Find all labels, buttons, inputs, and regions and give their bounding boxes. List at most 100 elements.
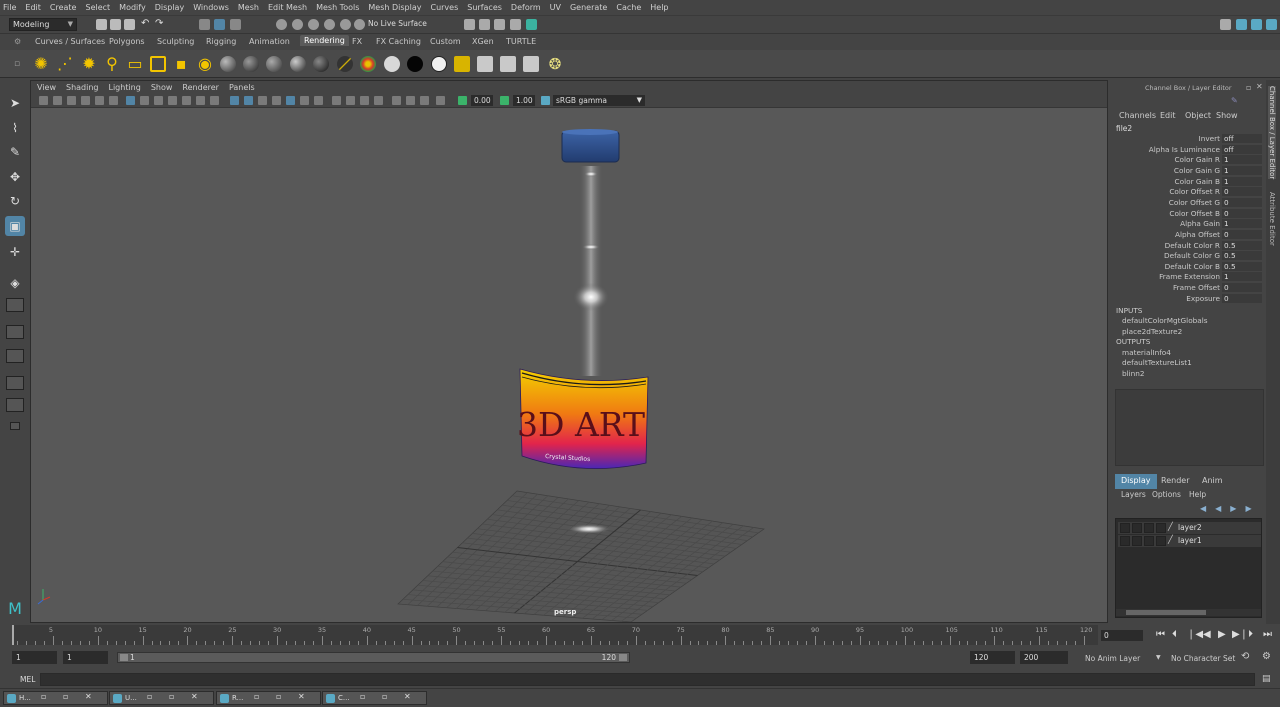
attribute-row[interactable]: Color Offset R0 — [1110, 187, 1266, 198]
step-forward-frame-icon[interactable]: ▶❘ — [1232, 629, 1248, 640]
attribute-row[interactable]: Alpha Offset 0 — [1110, 229, 1266, 241]
layer-row[interactable]: ╱ layer2 — [1118, 522, 1261, 534]
surface-shader-icon[interactable] — [384, 56, 400, 72]
close-icon[interactable]: ✕ — [1256, 82, 1263, 91]
step-back-frame-icon[interactable]: ❘◀ — [1187, 629, 1203, 640]
attribute-row[interactable]: Color Offset G0 — [1110, 197, 1266, 209]
maximize-icon[interactable]: ▫ — [276, 692, 281, 701]
shelf-tab-curves-surfaces[interactable]: Curves / Surfaces — [35, 37, 105, 46]
attribute-value[interactable]: 0 — [1222, 197, 1262, 207]
channel-settings-icon[interactable]: ✎ — [1231, 96, 1238, 105]
horizontal-scrollbar[interactable] — [1116, 609, 1261, 616]
object-menu[interactable]: Object — [1185, 111, 1211, 120]
menu-help[interactable]: Help — [650, 3, 668, 12]
render-settings-icon[interactable] — [494, 19, 505, 30]
attribute-value[interactable]: 1 — [1222, 272, 1262, 282]
restore-icon[interactable]: ▫ — [41, 692, 46, 701]
attribute-value[interactable]: 0.5 — [1222, 251, 1262, 261]
play-forwards-icon[interactable]: ▶ — [1218, 629, 1226, 640]
shelf-tab-fx[interactable]: FX — [352, 37, 362, 46]
ambient-light-icon[interactable]: ✺ — [33, 56, 49, 72]
attribute-row[interactable]: Color Gain B1 — [1110, 176, 1266, 188]
open-scene-icon[interactable] — [110, 19, 121, 30]
menu-select[interactable]: Select — [85, 3, 110, 12]
point-light-icon[interactable]: ✹ — [81, 56, 97, 72]
attribute-value[interactable]: 1 — [1222, 155, 1262, 165]
attribute-row[interactable]: Exposure 0 — [1110, 293, 1266, 305]
attribute-value[interactable]: 0.5 — [1222, 261, 1262, 271]
attribute-value[interactable]: 0 — [1222, 283, 1262, 293]
close-icon[interactable]: ✕ — [298, 692, 305, 701]
layer-row[interactable]: ╱ layer1 — [1118, 535, 1261, 547]
attribute-row[interactable]: Default Color G 0.5 — [1110, 251, 1266, 262]
script-editor-icon[interactable]: ▤ — [1262, 674, 1271, 684]
anim-layer-dropdown[interactable]: No Anim Layer — [1085, 654, 1140, 663]
camera-aim-icon[interactable]: ◉ — [197, 56, 213, 72]
play-backwards-icon[interactable]: ◀ — [1203, 629, 1211, 640]
restore-icon[interactable]: ▫ — [147, 692, 152, 701]
render-current-frame-icon[interactable] — [464, 19, 475, 30]
attribute-row[interactable]: Color Gain G1 — [1110, 165, 1266, 177]
attribute-row[interactable]: Frame Extension 1 — [1110, 272, 1266, 283]
attribute-row[interactable]: Color Offset B0 — [1110, 208, 1266, 220]
hypershade-icon[interactable] — [510, 19, 521, 30]
help-menu[interactable]: Help — [1189, 490, 1206, 499]
spot-light-icon[interactable]: ⚲ — [104, 56, 120, 72]
maximize-icon[interactable]: ▫ — [169, 692, 174, 701]
animation-end-field[interactable]: 200 — [1020, 651, 1068, 664]
tab-display[interactable]: Display — [1115, 474, 1157, 489]
shelf-options-icon[interactable]: ⚙ — [14, 37, 21, 46]
display-type-toggle[interactable] — [1144, 523, 1154, 533]
render-sequence-icon[interactable] — [477, 56, 493, 72]
minimized-window[interactable]: H... ▫ ▫ ✕ — [3, 691, 108, 705]
select-tool-icon[interactable]: ➤ — [5, 93, 25, 113]
four-view-layout-icon[interactable] — [6, 325, 24, 339]
float-panel-icon[interactable]: ▫ — [1246, 83, 1251, 92]
tab-render[interactable]: Render — [1155, 474, 1195, 489]
area-light-icon[interactable]: ▭ — [127, 56, 143, 72]
close-icon[interactable]: ✕ — [404, 692, 411, 701]
input-node[interactable]: place2dTexture2 — [1122, 327, 1182, 336]
menu-deform[interactable]: Deform — [511, 3, 541, 12]
attribute-value[interactable]: 1 — [1222, 219, 1262, 229]
auto-key-icon[interactable]: ⟲ — [1241, 651, 1249, 662]
input-node[interactable]: defaultColorMgtGlobals — [1122, 316, 1208, 325]
redo-icon[interactable]: ↷ — [155, 19, 166, 30]
rotate-tool-icon[interactable]: ↻ — [5, 191, 25, 211]
menu-edit[interactable]: Edit — [25, 3, 41, 12]
attribute-value[interactable]: 0 — [1222, 293, 1262, 303]
minimized-window[interactable]: U... ▫ ▫ ✕ — [109, 691, 214, 705]
range-start-handle[interactable] — [120, 654, 128, 661]
go-to-end-icon[interactable]: ⏭ — [1263, 629, 1272, 640]
animation-start-field[interactable]: 1 — [12, 651, 57, 664]
shelf-tab-turtle[interactable]: TURTLE — [506, 37, 536, 46]
maximize-icon[interactable]: ▫ — [63, 692, 68, 701]
volume-light-icon[interactable] — [150, 56, 166, 72]
shelf-tab-xgen[interactable]: XGen — [472, 37, 494, 46]
anisotropic-shader-icon[interactable] — [313, 56, 329, 72]
attribute-value[interactable]: 0 — [1222, 229, 1262, 239]
menu-file[interactable]: File — [3, 3, 16, 12]
layers-menu[interactable]: Layers — [1121, 490, 1146, 499]
hypershade-shelf-icon[interactable]: ❂ — [547, 56, 563, 72]
maximize-icon[interactable]: ▫ — [382, 692, 387, 701]
shelf-tab-animation[interactable]: Animation — [249, 37, 290, 46]
menu-display[interactable]: Display — [155, 3, 185, 12]
layer-buttons-icon[interactable]: ◀◀▶▶ — [1200, 504, 1261, 513]
attribute-value[interactable]: 0 — [1222, 187, 1262, 197]
menu-mesh-tools[interactable]: Mesh Tools — [316, 3, 359, 12]
persp-outliner-layout-icon[interactable] — [6, 349, 24, 363]
menu-mesh[interactable]: Mesh — [238, 3, 259, 12]
render-setup-icon[interactable] — [526, 19, 537, 30]
menu-create[interactable]: Create — [50, 3, 77, 12]
minimized-window[interactable]: R... ▫ ▫ ✕ — [216, 691, 321, 705]
select-by-hierarchy-icon[interactable] — [199, 19, 210, 30]
restore-icon[interactable]: ▫ — [360, 692, 365, 701]
playback-end-field[interactable]: 120 — [970, 651, 1015, 664]
script-language-button[interactable]: MEL — [20, 675, 35, 684]
layout-options-icon[interactable] — [10, 422, 20, 430]
snap-live-icon[interactable] — [340, 19, 351, 30]
attribute-row[interactable]: Invert off — [1110, 134, 1266, 145]
step-forward-key-icon[interactable]: ⏵ — [1248, 629, 1253, 640]
menu-uv[interactable]: UV — [550, 3, 561, 12]
